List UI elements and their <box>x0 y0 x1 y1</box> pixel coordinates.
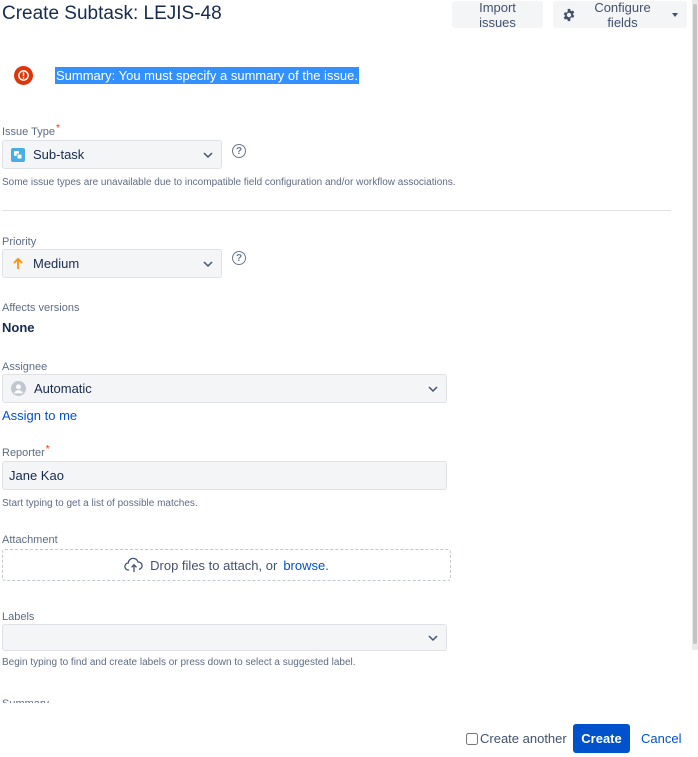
create-another-input[interactable] <box>466 732 478 745</box>
cloud-upload-icon <box>124 557 144 573</box>
question-circle-icon[interactable]: ? <box>232 144 246 158</box>
labels-label: Labels <box>2 611 35 623</box>
import-issues-label: Import issues <box>479 0 516 30</box>
labels-hint: Begin typing to find and create labels o… <box>2 657 356 668</box>
cancel-link[interactable]: Cancel <box>641 731 681 746</box>
assignee-value: Automatic <box>34 381 92 396</box>
error-message: Summary: You must specify a summary of t… <box>55 67 360 84</box>
assignee-label: Assignee <box>2 361 48 373</box>
create-another-checkbox[interactable]: Create another <box>466 731 567 746</box>
caret-down-icon <box>672 12 678 17</box>
chevron-down-icon <box>203 256 213 271</box>
attachment-dropzone[interactable]: Drop files to attach, or browse. <box>2 549 451 581</box>
create-button[interactable]: Create <box>573 724 630 753</box>
error-banner: Summary: You must specify a summary of t… <box>14 66 360 85</box>
required-marker: * <box>56 123 60 134</box>
configure-fields-button[interactable]: Configure fields <box>553 0 687 30</box>
assign-to-me-link[interactable]: Assign to me <box>2 408 77 423</box>
page-title: Create Subtask: LEJIS-48 <box>2 3 222 24</box>
issue-type-hint: Some issue types are unavailable due to … <box>2 177 456 188</box>
gear-icon <box>562 8 576 22</box>
assignee-select[interactable]: Automatic <box>2 374 447 403</box>
create-another-label: Create another <box>480 731 567 746</box>
reporter-label-text: Reporter <box>2 447 45 459</box>
affects-versions-value: None <box>2 320 35 335</box>
reporter-hint: Start typing to get a list of possible m… <box>2 498 198 509</box>
reporter-input[interactable] <box>2 461 447 490</box>
reporter-label: Reporter* <box>2 444 50 459</box>
chevron-down-icon <box>428 630 438 645</box>
affects-versions-label: Affects versions <box>2 302 80 314</box>
labels-select[interactable] <box>2 624 447 651</box>
issue-type-label: Issue Type* <box>2 123 60 138</box>
divider <box>2 210 671 211</box>
issue-type-value: Sub-task <box>33 147 85 162</box>
import-issues-button[interactable]: Import issues <box>452 0 543 30</box>
priority-select[interactable]: Medium <box>2 249 222 278</box>
chevron-down-icon <box>203 147 213 162</box>
chevron-down-icon <box>428 381 438 396</box>
issue-type-select[interactable]: Sub-task <box>2 140 222 169</box>
browse-link[interactable]: browse. <box>283 558 329 573</box>
drop-files-text: Drop files to attach, or <box>150 557 278 573</box>
arrow-up-icon <box>11 257 25 271</box>
priority-label: Priority <box>2 236 37 248</box>
priority-value: Medium <box>33 256 80 271</box>
issue-type-label-text: Issue Type <box>2 126 55 138</box>
attachment-label: Attachment <box>2 534 58 546</box>
summary-label: Summary <box>2 697 49 703</box>
scrollbar-thumb[interactable] <box>693 4 697 644</box>
required-marker: * <box>45 444 50 455</box>
question-circle-icon[interactable]: ? <box>232 251 246 265</box>
subtask-icon <box>11 147 25 162</box>
configure-fields-label: Configure fields <box>594 0 651 30</box>
error-icon <box>14 66 33 85</box>
user-avatar-icon <box>11 381 26 396</box>
